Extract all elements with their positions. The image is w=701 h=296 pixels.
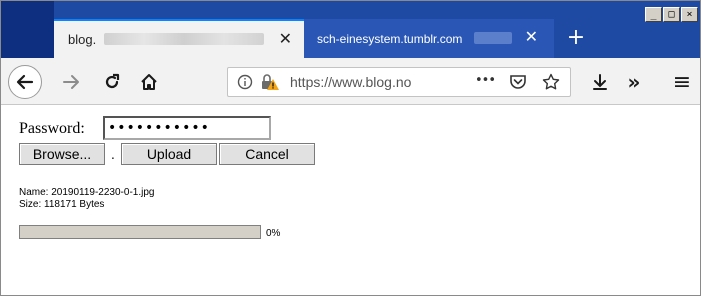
file-name-text: Name: 20190119-2230-0-1.jpg <box>19 187 155 198</box>
file-size-text: Size: 118171 Bytes <box>19 199 105 210</box>
navigation-toolbar: https://www.blog.no ••• » ≡ <box>1 58 700 105</box>
tab-close-icon[interactable]: ✕ <box>279 31 292 47</box>
progress-percent: 0% <box>266 228 281 239</box>
maximize-button[interactable]: □ <box>663 7 680 22</box>
redacted-text <box>474 32 512 44</box>
new-tab-button[interactable]: + <box>561 23 591 53</box>
back-icon <box>16 74 34 90</box>
page-actions-button[interactable]: ••• <box>475 73 496 88</box>
lock-warning-icon[interactable] <box>260 73 280 95</box>
password-field[interactable]: ••••••••••• <box>103 116 271 140</box>
back-button[interactable] <box>8 65 42 99</box>
browse-button[interactable]: Browse... <box>19 143 105 165</box>
home-button[interactable] <box>134 67 164 97</box>
pocket-icon[interactable] <box>509 74 527 94</box>
upload-button[interactable]: Upload <box>121 143 217 165</box>
overflow-menu-button[interactable]: » <box>619 67 649 97</box>
page-content: Password: ••••••••••• Browse... . Upload… <box>1 106 700 295</box>
close-window-button[interactable]: × <box>681 7 698 22</box>
password-label: Password: <box>19 120 85 137</box>
upload-progress-bar <box>19 225 261 239</box>
separator-dot: . <box>111 148 115 162</box>
window-controls: _ □ × <box>645 7 698 22</box>
redacted-text <box>104 33 264 45</box>
tab-blog[interactable]: blog. ✕ <box>54 19 304 58</box>
reload-button[interactable] <box>97 67 127 97</box>
browser-window: blog. ✕ sch-einesystem.tumblr.com ✕ + _ … <box>0 0 701 296</box>
forward-icon <box>63 75 79 89</box>
url-text: https://www.blog.no <box>290 74 412 90</box>
minimize-button[interactable]: _ <box>645 7 662 22</box>
downloads-button[interactable] <box>585 67 615 97</box>
tab-title: sch-einesystem.tumblr.com <box>317 31 463 46</box>
star-icon[interactable] <box>542 73 560 95</box>
tab-title: blog. <box>68 32 97 47</box>
download-icon <box>593 74 607 90</box>
reload-icon <box>105 73 120 89</box>
info-icon[interactable] <box>237 74 253 94</box>
cancel-button[interactable]: Cancel <box>219 143 315 165</box>
tab-close-icon[interactable]: ✕ <box>525 29 538 45</box>
hamburger-menu-button[interactable]: ≡ <box>667 67 697 97</box>
tab-tumblr[interactable]: sch-einesystem.tumblr.com ✕ <box>304 19 554 58</box>
url-bar[interactable]: https://www.blog.no ••• <box>227 67 571 97</box>
forward-button[interactable] <box>56 67 86 97</box>
home-icon <box>141 74 157 90</box>
tabstrip-left-area <box>1 1 54 58</box>
tab-strip: blog. ✕ sch-einesystem.tumblr.com ✕ + _ … <box>1 1 700 58</box>
